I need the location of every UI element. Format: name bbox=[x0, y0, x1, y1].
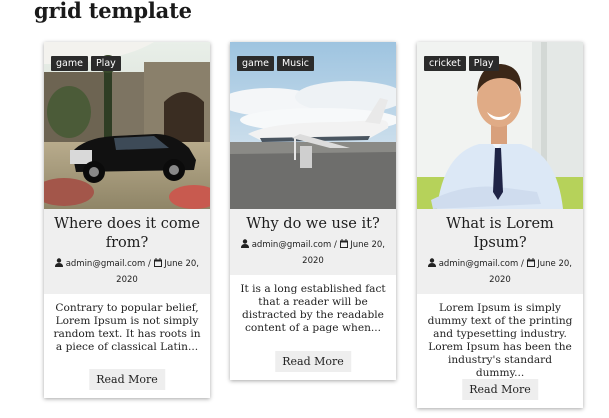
post-meta: admin@gmail.com / June 20, 2020 bbox=[50, 256, 204, 288]
post-title[interactable]: Why do we use it? bbox=[236, 215, 390, 234]
post-title[interactable]: What is Lorem Ipsum? bbox=[423, 215, 577, 253]
tag-list: cricket Play bbox=[424, 56, 499, 71]
post-header: What is Lorem Ipsum? admin@gmail.com / J… bbox=[417, 209, 583, 294]
read-more-button[interactable]: Read More bbox=[275, 351, 351, 372]
user-icon bbox=[54, 258, 63, 267]
post-meta: admin@gmail.com / June 20, 2020 bbox=[236, 237, 390, 269]
post-image-car[interactable]: game Play bbox=[44, 42, 210, 209]
read-more-button[interactable]: Read More bbox=[462, 379, 538, 400]
post-card: game Music Why do we use it? admin@gmail… bbox=[230, 42, 396, 380]
post-author[interactable]: admin@gmail.com / bbox=[252, 240, 337, 250]
tag-label[interactable]: Music bbox=[276, 56, 314, 71]
calendar-icon bbox=[339, 239, 348, 248]
post-excerpt: It is a long established fact that a rea… bbox=[240, 283, 386, 334]
post-author[interactable]: admin@gmail.com / bbox=[439, 259, 524, 269]
post-excerpt: Contrary to popular belief, Lorem Ipsum … bbox=[53, 302, 201, 353]
post-header: Where does it come from? admin@gmail.com… bbox=[44, 209, 210, 294]
tag-label[interactable]: Play bbox=[468, 56, 499, 71]
post-card: cricket Play What is Lorem Ipsum? admin@… bbox=[417, 42, 583, 408]
post-meta: admin@gmail.com / June 20, 2020 bbox=[423, 256, 577, 288]
post-image-jet[interactable]: game Music bbox=[230, 42, 396, 209]
tag-list: game Music bbox=[237, 56, 314, 71]
page-title: grid template bbox=[34, 0, 192, 23]
user-icon bbox=[240, 239, 249, 248]
post-header: Why do we use it? admin@gmail.com / June… bbox=[230, 209, 396, 275]
tag-label[interactable]: game bbox=[237, 56, 274, 71]
post-title[interactable]: Where does it come from? bbox=[50, 215, 204, 253]
user-icon bbox=[427, 258, 436, 267]
tag-list: game Play bbox=[51, 56, 121, 71]
tag-label[interactable]: game bbox=[51, 56, 88, 71]
tag-label[interactable]: Play bbox=[90, 56, 121, 71]
tag-label[interactable]: cricket bbox=[424, 56, 466, 71]
post-excerpt: Lorem Ipsum is simply dummy text of the … bbox=[427, 302, 573, 379]
post-author[interactable]: admin@gmail.com / bbox=[66, 259, 151, 269]
post-image-businessman[interactable]: cricket Play bbox=[417, 42, 583, 209]
post-card: game Play Where does it come from? admin… bbox=[44, 42, 210, 398]
read-more-button[interactable]: Read More bbox=[89, 369, 165, 390]
calendar-icon bbox=[153, 258, 162, 267]
calendar-icon bbox=[526, 258, 535, 267]
